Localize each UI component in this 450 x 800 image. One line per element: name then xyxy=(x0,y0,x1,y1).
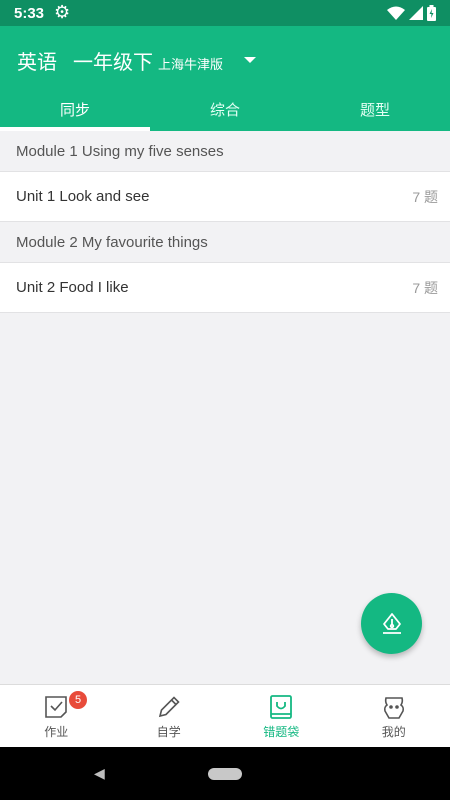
notification-badge: 5 xyxy=(69,691,87,709)
tab-comprehensive[interactable]: 综合 xyxy=(150,96,300,131)
app-header: 英语 一年级下 上海牛津版 同步 综合 题型 xyxy=(0,26,450,131)
nav-label: 作业 xyxy=(44,725,69,739)
nav-self-study[interactable]: 自学 xyxy=(113,685,226,747)
list-item[interactable]: Unit 2 Food I like 7 题 xyxy=(0,263,450,313)
profile-icon xyxy=(383,697,404,719)
question-count: 7 题 xyxy=(412,188,438,205)
unit-list: Module 1 Using my five senses Unit 1 Loo… xyxy=(0,131,450,313)
nav-profile[interactable]: 我的 xyxy=(338,685,450,747)
tab-question-type[interactable]: 题型 xyxy=(300,96,450,131)
wifi-icon xyxy=(387,6,405,20)
nav-homework[interactable]: 5 作业 xyxy=(0,685,113,747)
nav-label: 自学 xyxy=(156,725,181,739)
gear-icon: ⚙ xyxy=(54,2,71,23)
bag-icon xyxy=(270,695,293,719)
unit-title: Unit 1 Look and see xyxy=(16,188,150,205)
homework-icon xyxy=(45,696,68,718)
tab-sync[interactable]: 同步 xyxy=(0,96,150,131)
question-count: 7 题 xyxy=(412,279,438,296)
book-selector[interactable]: 英语 一年级下 上海牛津版 xyxy=(17,46,223,75)
grade-title: 一年级下 xyxy=(73,50,153,74)
nav-label: 我的 xyxy=(381,725,406,739)
pencil-icon xyxy=(158,696,180,718)
module-header: Module 2 My favourite things xyxy=(0,222,450,263)
subject-title: 英语 xyxy=(17,50,57,74)
battery-icon xyxy=(427,5,436,21)
back-icon[interactable]: ◀ xyxy=(94,766,105,782)
tab-bar: 同步 综合 题型 xyxy=(0,96,450,131)
pen-nib-icon xyxy=(382,612,401,634)
status-icons xyxy=(387,5,436,21)
chevron-down-icon[interactable] xyxy=(244,57,256,63)
bottom-nav: 5 作业 自学 错题袋 我的 xyxy=(0,684,450,747)
status-bar: 5:33 ⚙ xyxy=(0,0,450,26)
signal-icon xyxy=(409,6,423,20)
edition-label: 上海牛津版 xyxy=(158,58,224,73)
home-button[interactable] xyxy=(208,767,242,780)
nav-mistake-bag[interactable]: 错题袋 xyxy=(225,685,338,747)
system-nav-bar: ◀ xyxy=(0,747,450,800)
status-time: 5:33 xyxy=(14,4,45,22)
nav-label: 错题袋 xyxy=(263,725,300,739)
list-item[interactable]: Unit 1 Look and see 7 题 xyxy=(0,172,450,222)
unit-title: Unit 2 Food I like xyxy=(16,279,129,296)
practice-fab-button[interactable] xyxy=(361,593,422,654)
module-header: Module 1 Using my five senses xyxy=(0,131,450,172)
